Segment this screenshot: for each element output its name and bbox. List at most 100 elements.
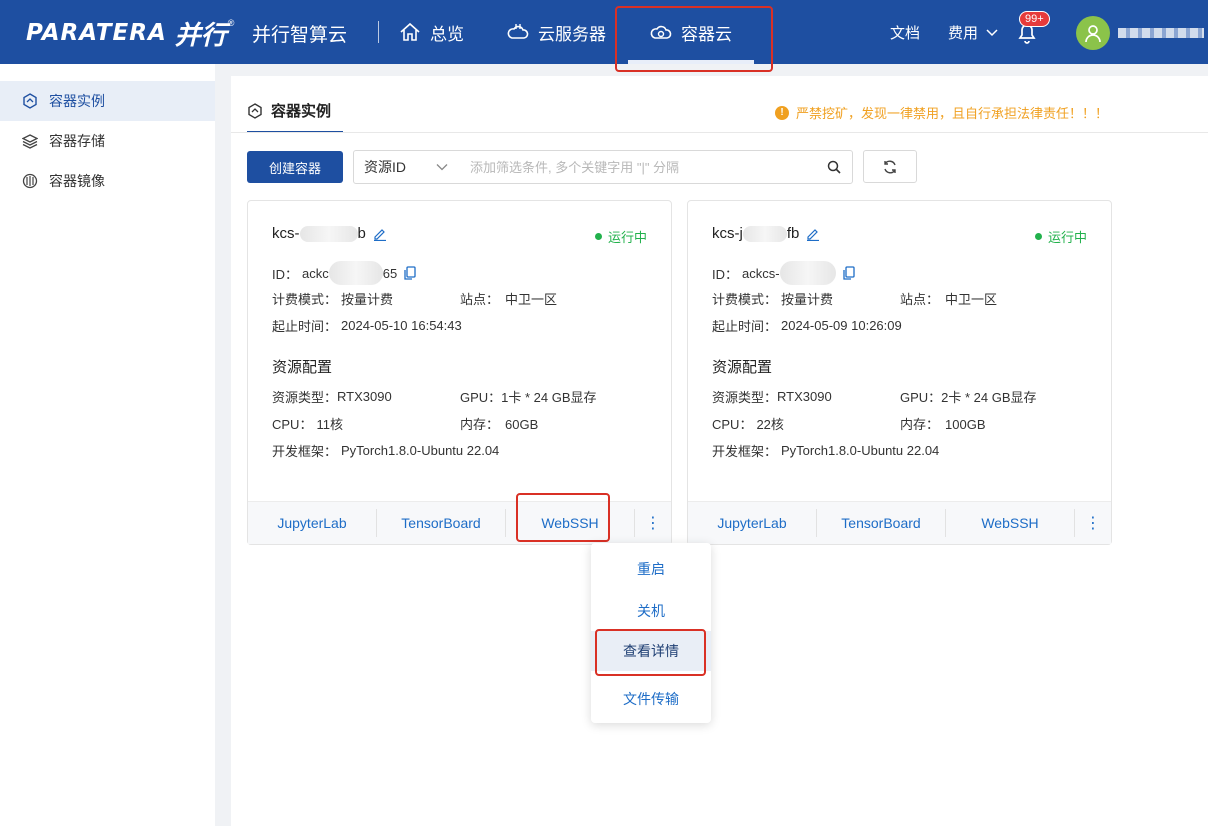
jupyterlab-button[interactable]: JupyterLab: [688, 515, 816, 531]
menu-item-shutdown[interactable]: 关机: [591, 601, 711, 621]
id-value-suffix: 65: [382, 265, 398, 281]
chevron-down-icon: [986, 29, 998, 37]
site-value: 中卫一区: [945, 292, 998, 307]
cloud-server-icon: [507, 24, 529, 39]
framework-value: PyTorch1.8.0-Ubuntu 22.04: [781, 443, 940, 458]
logo-text-en: PARATERA: [26, 20, 167, 46]
header-divider: [378, 21, 379, 43]
search-button[interactable]: [816, 160, 852, 174]
copy-icon[interactable]: [842, 266, 856, 280]
search-icon: [827, 160, 841, 174]
copy-icon[interactable]: [403, 266, 417, 280]
redacted-name: [742, 225, 787, 242]
id-label: ID：: [712, 266, 739, 282]
resource-type-row: 资源类型： RTX3090: [272, 387, 392, 406]
registered-mark: ®: [227, 18, 235, 28]
docs-link[interactable]: 文档: [890, 0, 920, 64]
webssh-button[interactable]: WebSSH: [946, 515, 1074, 531]
resource-config-title: 资源配置: [272, 359, 333, 376]
billing-label: 计费模式：: [712, 292, 778, 307]
gpu-value: 2卡 * 24 GB显存: [941, 390, 1037, 405]
product-name: 并行智算云: [252, 25, 348, 46]
home-icon: [400, 22, 420, 41]
container-name-suffix: fb: [786, 225, 800, 242]
status-badge: 运行中: [1034, 227, 1087, 246]
time-label: 起止时间：: [272, 319, 338, 334]
user-icon: [1085, 25, 1101, 43]
redacted-id: [328, 261, 383, 285]
cpu-value: 22核: [756, 417, 784, 432]
nav-item-overview[interactable]: 总览: [399, 0, 464, 64]
more-actions-button[interactable]: ⋮: [1075, 513, 1111, 533]
nav-item-label: 云服务器: [538, 24, 606, 44]
sidebar-item-container-storage[interactable]: 容器存储: [0, 121, 215, 161]
menu-item-file-transfer[interactable]: 文件传输: [591, 689, 711, 709]
id-value-prefix: ackc: [302, 265, 329, 281]
status-badge: 运行中: [594, 227, 647, 246]
cpu-row: CPU： 11核: [272, 414, 343, 433]
nav-item-cloud-server[interactable]: 云服务器: [507, 0, 606, 64]
memory-row: 内存： 100GB: [900, 414, 986, 433]
billing-row: 计费模式： 按量计费: [272, 289, 393, 308]
avatar[interactable]: [1076, 16, 1110, 50]
cpu-label: CPU：: [712, 417, 753, 432]
layers-icon: [22, 134, 38, 149]
logo-text-cn: 并行: [174, 20, 227, 51]
memory-value: 60GB: [505, 417, 539, 432]
nav-item-label: 总览: [430, 24, 464, 44]
id-row: ID： ackcs-: [712, 261, 856, 285]
gpu-row: GPU：1卡 * 24 GB显存: [460, 387, 597, 406]
gpu-row: GPU：2卡 * 24 GB显存: [900, 387, 1037, 406]
billing-label: 费用: [948, 24, 979, 42]
billing-label: 计费模式：: [272, 292, 338, 307]
edit-icon[interactable]: [373, 227, 387, 241]
notification-badge: 99+: [1019, 11, 1050, 27]
tab-label: 容器实例: [271, 103, 332, 120]
gpu-label: GPU：: [460, 390, 502, 405]
cpu-row: CPU： 22核: [712, 414, 784, 433]
tab-divider: [231, 132, 1208, 133]
sidebar-item-label: 容器实例: [49, 93, 105, 109]
tab-container-instance[interactable]: 容器实例: [247, 100, 331, 121]
time-row: 起止时间： 2024-05-09 10:26:09: [712, 316, 902, 335]
more-actions-button[interactable]: ⋮: [635, 513, 671, 533]
tensorboard-button[interactable]: TensorBoard: [817, 515, 945, 531]
edit-icon[interactable]: [806, 227, 820, 241]
cpu-label: CPU：: [272, 417, 313, 432]
jupyterlab-button[interactable]: JupyterLab: [248, 515, 376, 531]
menu-item-restart[interactable]: 重启: [591, 559, 711, 579]
container-name: kcs-j fb: [712, 225, 820, 242]
resource-type-value: RTX3090: [337, 389, 392, 404]
webssh-button[interactable]: WebSSH: [506, 515, 634, 531]
sidebar-item-label: 容器镜像: [49, 173, 105, 189]
id-row: ID： ackc 65: [272, 261, 417, 285]
cpu-value: 11核: [316, 417, 343, 432]
site-row: 站点： 中卫一区: [460, 289, 557, 308]
status-dot-icon: [594, 233, 602, 240]
status-text: 运行中: [607, 230, 647, 245]
filter-input[interactable]: [458, 159, 816, 175]
container-card: kcs- b 运行中 ID： ackc 65 计费模式： 按量计费 站点： 中卫一区…: [247, 200, 672, 545]
container-name-suffix: b: [357, 225, 366, 242]
time-row: 起止时间： 2024-05-10 16:54:43: [272, 316, 462, 335]
sidebar-item-container-image[interactable]: 容器镜像: [0, 161, 215, 201]
tensorboard-button[interactable]: TensorBoard: [377, 515, 505, 531]
create-container-button[interactable]: 创建容器: [247, 151, 343, 183]
refresh-button[interactable]: [863, 150, 917, 183]
filter-field-select[interactable]: 资源ID: [354, 157, 458, 177]
sidebar-item-container-instance[interactable]: 容器实例: [0, 81, 215, 121]
nav-item-container-cloud[interactable]: 容器云: [650, 0, 732, 64]
paratera-logo[interactable]: PARATERA 并行 ®: [26, 18, 235, 51]
username-redacted[interactable]: [1118, 28, 1204, 38]
billing-menu[interactable]: 费用: [948, 0, 999, 64]
docs-label: 文档: [890, 24, 921, 42]
container-instance-icon: [248, 102, 262, 119]
notifications-button[interactable]: [1016, 0, 1038, 64]
menu-item-view-details[interactable]: 查看详情: [591, 631, 711, 671]
more-actions-menu: 重启 关机 查看详情 文件传输: [591, 543, 711, 723]
billing-value: 按量计费: [781, 292, 834, 307]
framework-label: 开发框架：: [272, 444, 338, 459]
resource-type-label: 资源类型：: [712, 390, 778, 405]
card-actions: JupyterLab TensorBoard WebSSH ⋮: [688, 501, 1111, 544]
disc-icon: [22, 173, 38, 189]
